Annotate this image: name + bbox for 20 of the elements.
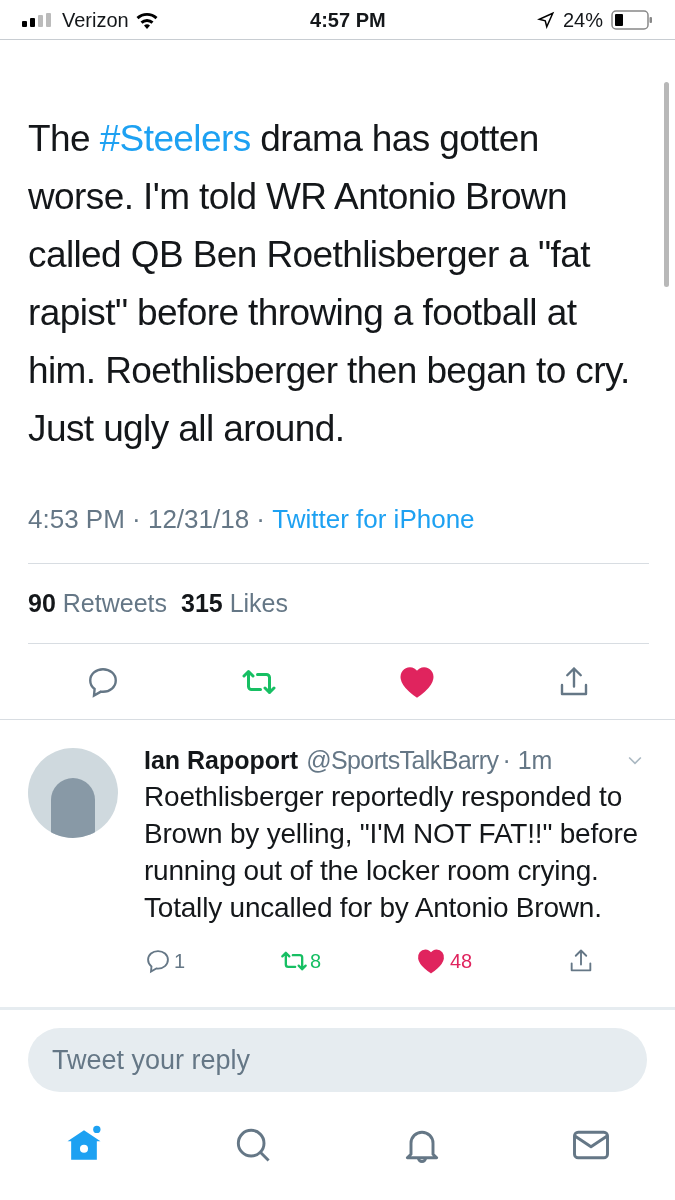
heart-icon[interactable] xyxy=(415,946,446,976)
wifi-icon xyxy=(134,10,159,29)
author-name[interactable]: Ian Rapoport xyxy=(144,742,299,778)
like-count: 48 xyxy=(449,949,473,974)
author-handle: @SportsTalkBarry xyxy=(306,745,499,776)
reply-text: Roethlisberger reportedly responded to Brown by yelling, "I'M NOT FAT!!" before running out of the locker room crying. Totally uncalled for by Antonio Brown. xyxy=(144,780,639,925)
tweet-text: The #Steelers drama has gotten worse. I'm told WR Antonio Brown called QB Ben Roethlisberger a "fat rapist" before throwing a football at him. Roethlisberger then began to cry. Just ugly all around. xyxy=(28,117,631,451)
retweet-count[interactable]: 90 Retweets xyxy=(28,584,167,623)
battery-percent: 24% xyxy=(562,7,603,33)
carrier-name: Verizon xyxy=(62,7,129,33)
reply-time: · 1m xyxy=(502,745,553,776)
clock-time: 4:57 PM xyxy=(310,7,386,33)
reply-field[interactable]: Tweet your reply xyxy=(28,1028,647,1092)
location-arrow-icon xyxy=(536,10,555,29)
retweet-count: 8 xyxy=(309,949,322,974)
like-count[interactable]: 315 Likes xyxy=(181,584,289,623)
reply-count: 1 xyxy=(174,949,186,974)
tweet-timestamp: 4:53 PM · 12/31/18 · xyxy=(28,503,267,536)
reply-icon[interactable] xyxy=(144,947,172,975)
battery-icon xyxy=(611,9,653,30)
